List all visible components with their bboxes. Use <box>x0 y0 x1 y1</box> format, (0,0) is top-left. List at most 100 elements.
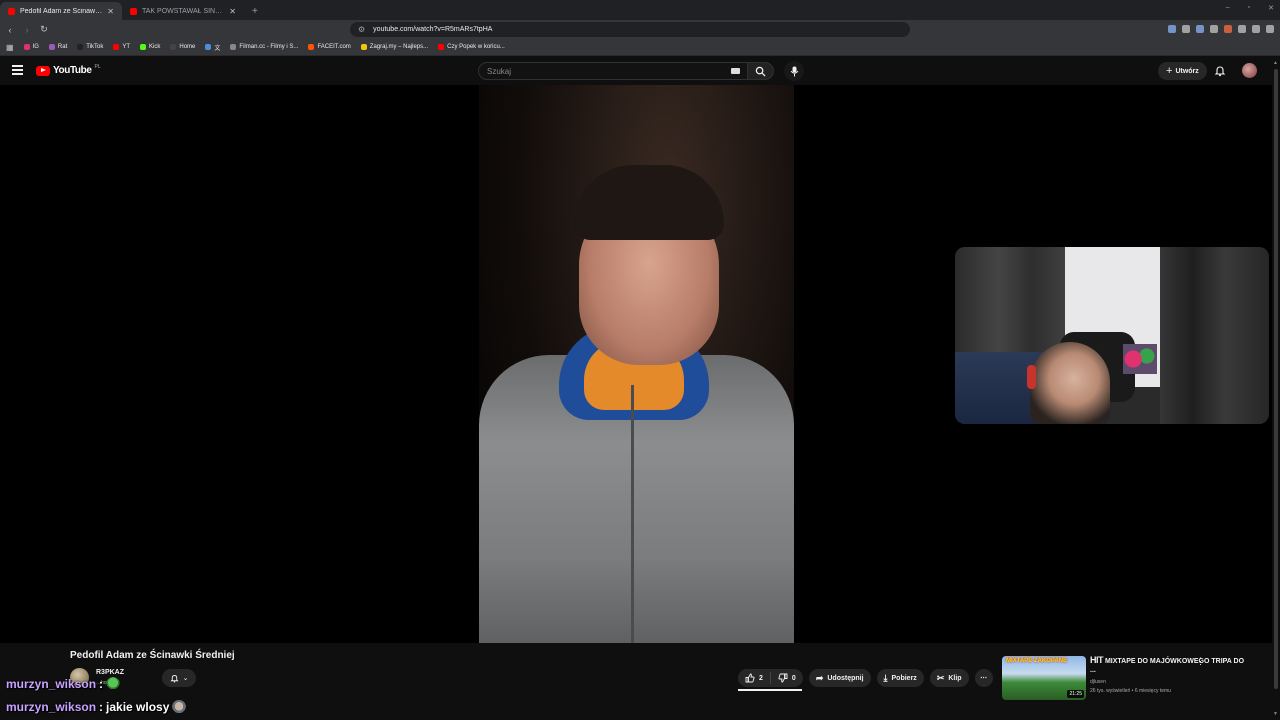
video-actions: 2 0 ➦ Udostępnij ⤓ Pobierz ✂ Klip ⋯ <box>738 669 993 687</box>
like-dislike-group: 2 0 <box>738 669 803 687</box>
extension-icon[interactable] <box>1224 25 1232 33</box>
thumbs-down-icon <box>778 673 788 683</box>
hair-emote-icon <box>172 700 187 714</box>
like-count: 2 <box>759 674 763 682</box>
recommended-channel[interactable]: djlusen <box>1090 679 1106 685</box>
clip-button[interactable]: ✂ Klip <box>929 669 969 687</box>
search-button[interactable] <box>748 62 774 80</box>
more-vert-icon[interactable]: ⋮ <box>1196 656 1205 667</box>
more-actions-button[interactable]: ⋯ <box>974 669 993 687</box>
channel-name[interactable]: R3PKAZ <box>96 669 124 676</box>
bookmark-label: 文 <box>214 45 221 52</box>
bookmark-faceit[interactable]: FACEIT.com <box>308 44 351 50</box>
create-button[interactable]: + Utwórz <box>1158 62 1207 80</box>
browser-tab-1[interactable]: Pedofil Adam ze Ścinawki Śr ✕ <box>0 2 122 20</box>
peepo-emote-icon <box>106 677 121 691</box>
bookmark-label: FACEIT.com <box>317 44 351 50</box>
close-tab-icon[interactable]: ✕ <box>229 7 236 16</box>
keyboard-icon[interactable] <box>731 68 740 74</box>
video-title: Pedofil Adam ze Ścinawki Średniej <box>70 650 235 661</box>
bookmark-label: IG <box>32 44 39 50</box>
menu-dots-icon[interactable] <box>1266 25 1274 33</box>
search-input[interactable]: Szukaj <box>478 62 748 80</box>
account-avatar[interactable] <box>1242 63 1257 78</box>
bookmark-label: YT <box>122 44 131 50</box>
bookmark-label: Kick <box>149 44 161 50</box>
faceit-icon <box>308 44 315 50</box>
extension-icon[interactable] <box>1182 25 1190 33</box>
dislike-button[interactable]: 0 <box>771 669 803 687</box>
profile-icon[interactable] <box>1252 25 1260 33</box>
new-tab-button[interactable]: + <box>244 6 266 20</box>
extensions-area <box>1168 25 1274 33</box>
maximize-button[interactable]: ▫ <box>1248 4 1250 12</box>
cam-toys <box>1123 344 1157 374</box>
bell-icon <box>1214 66 1226 77</box>
bookmark-popek[interactable]: Czy Popek w końcu... <box>438 44 505 50</box>
youtube-favicon-icon <box>8 7 15 15</box>
bookmark-zagraj[interactable]: Zagraj.my – Najleps... <box>360 44 428 50</box>
bell-icon <box>169 674 179 682</box>
chat-separator: : <box>99 700 104 714</box>
recommended-video[interactable]: MIXTAPE ZAKOPANE 21:25 HIT MIXTAPE DO MA… <box>1002 656 1266 700</box>
create-label: Utwórz <box>1175 67 1199 75</box>
like-underline <box>738 689 802 691</box>
recommended-thumbnail[interactable]: MIXTAPE ZAKOPANE 21:25 <box>1002 656 1086 700</box>
close-window-button[interactable]: ✕ <box>1268 4 1274 12</box>
tiktok-icon <box>77 44 84 50</box>
like-button[interactable]: 2 <box>738 669 770 687</box>
youtube-header: YouTube PL Szukaj + Utwórz <box>0 57 1280 85</box>
forward-icon[interactable]: › <box>20 25 34 35</box>
chat-username: murzyn_wikson <box>6 677 97 691</box>
extension-icon[interactable] <box>1210 25 1218 33</box>
sidebar-icon[interactable] <box>1238 25 1246 33</box>
voice-search-button[interactable] <box>784 61 804 81</box>
bookmark-ig[interactable]: IG <box>23 44 39 50</box>
region-code: PL <box>94 64 101 70</box>
page-scrollbar[interactable]: ▲ ▼ <box>1272 57 1280 720</box>
download-button[interactable]: ⤓ Pobierz <box>876 669 924 687</box>
notifications-button[interactable] <box>1214 64 1226 82</box>
recommended-meta: 26 tys. wyświetleń • 6 miesięcy temu <box>1090 688 1171 694</box>
browser-toolbar: ‹ › ↻ ⚙ youtube.com/watch?v=R5mARs7tpHA <box>0 20 1280 39</box>
video-zipper-shape <box>631 385 634 643</box>
youtube-logo[interactable]: YouTube PL <box>36 64 101 76</box>
scroll-down-icon[interactable]: ▼ <box>1273 711 1278 717</box>
recommended-title[interactable]: HIT MIXTAPE DO MAJÓWKOWEGO TRIPA DO ... <box>1090 656 1250 675</box>
youtube-favicon-icon <box>130 7 137 15</box>
bookmark-favicon-icon <box>48 44 55 50</box>
close-tab-icon[interactable]: ✕ <box>107 7 114 16</box>
browser-tab-2[interactable]: TAK POWSTAWAŁ SINGIEL "OBOK"! ✕ <box>122 2 244 20</box>
minimize-button[interactable]: – <box>1226 4 1230 12</box>
back-icon[interactable]: ‹ <box>3 25 17 35</box>
hamburger-menu-icon[interactable] <box>12 65 23 75</box>
url-text[interactable]: youtube.com/watch?v=R5mARs7tpHA <box>373 26 492 33</box>
hit-badge: HIT <box>1090 655 1104 665</box>
address-bar[interactable]: ⚙ youtube.com/watch?v=R5mARs7tpHA <box>350 22 910 37</box>
bookmark-tiktok[interactable]: TikTok <box>77 44 103 50</box>
thumbnail-text: MIXTAPE ZAKOPANE <box>1006 658 1068 664</box>
share-button[interactable]: ➦ Udostępnij <box>808 669 871 687</box>
bookmark-rat[interactable]: Rat <box>48 44 67 50</box>
chat-message: murzyn_wikson : <box>6 677 121 691</box>
bookmark-kick[interactable]: Kick <box>140 44 160 50</box>
apps-grid-icon[interactable]: ▦ <box>6 43 14 52</box>
site-info-icon[interactable]: ⚙ <box>358 25 365 34</box>
bookmark-home[interactable]: Home <box>170 44 195 50</box>
youtube-play-icon <box>36 65 50 76</box>
bookmark-label: Czy Popek w końcu... <box>447 44 505 50</box>
scissors-icon: ✂ <box>936 672 945 683</box>
scroll-up-icon[interactable]: ▲ <box>1273 60 1278 66</box>
bookmark-yt[interactable]: YT <box>113 44 130 50</box>
chevron-down-icon: ⌄ <box>182 675 189 682</box>
reload-icon[interactable]: ↻ <box>37 24 51 35</box>
video-content[interactable] <box>479 85 794 643</box>
recommended-title-text: MIXTAPE DO MAJÓWKOWEGO TRIPA DO ... <box>1090 658 1245 674</box>
subscription-bell-button[interactable]: ⌄ <box>162 669 196 687</box>
scrollbar-thumb[interactable] <box>1274 69 1278 689</box>
bookmark-filman[interactable]: Filman.cc - Filmy i S... <box>230 44 298 50</box>
extension-icon[interactable] <box>1168 25 1176 33</box>
bookmark-translate[interactable]: 文 <box>205 43 220 52</box>
extension-icon[interactable] <box>1196 25 1204 33</box>
x-icon <box>170 44 177 50</box>
